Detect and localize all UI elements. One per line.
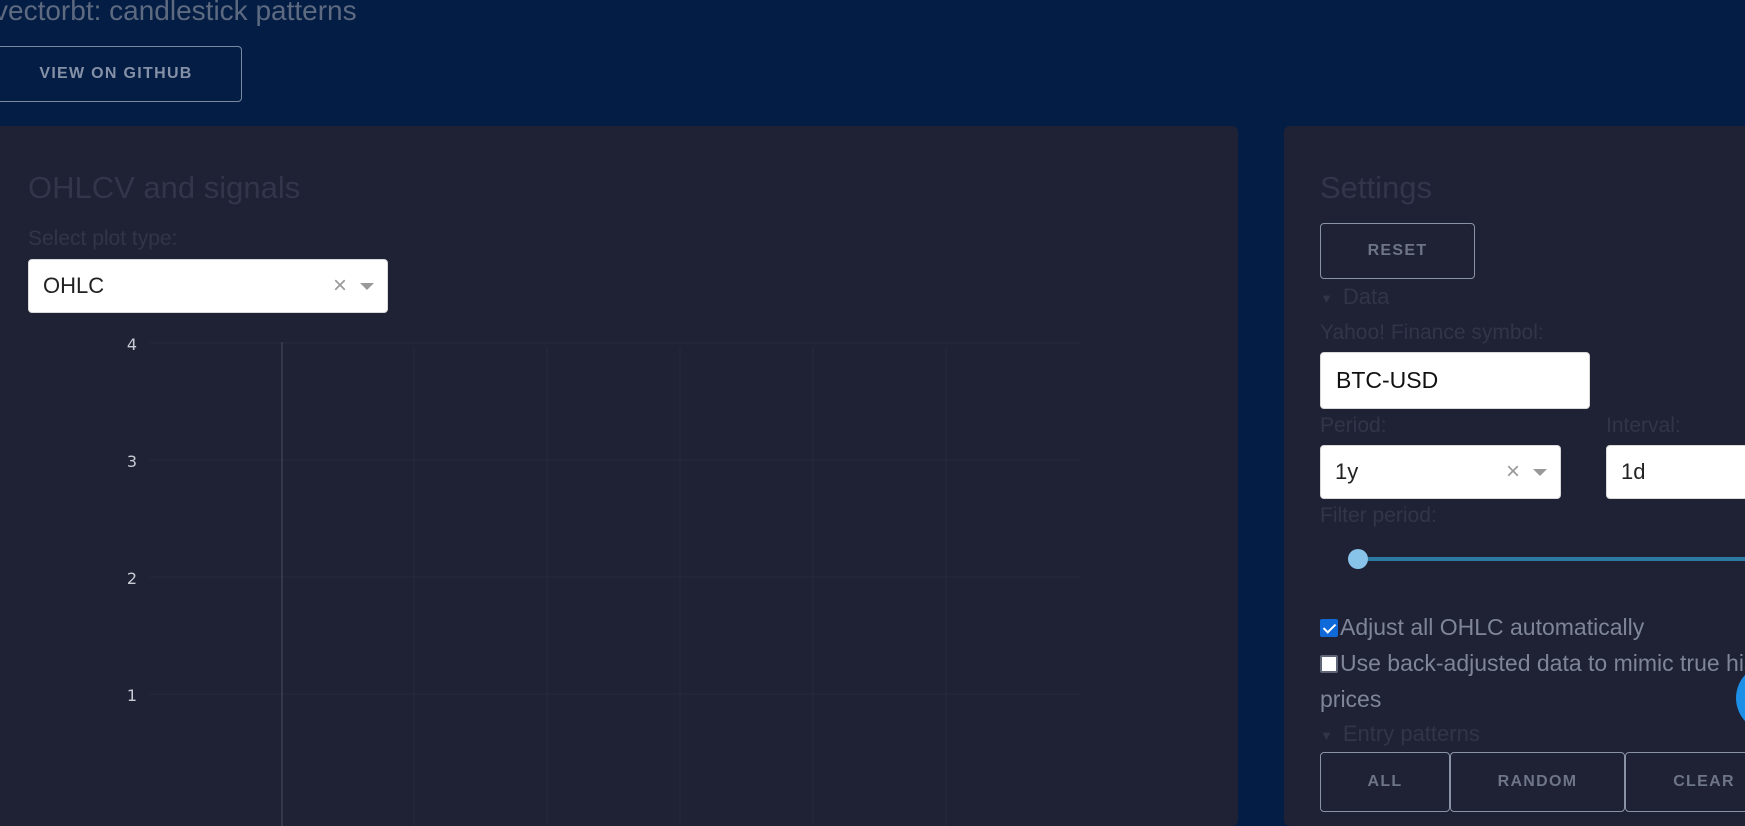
checkbox-icon[interactable] [1320, 619, 1338, 637]
ohlcv-signals-panel: OHLCV and signals Select plot type: OHLC… [0, 126, 1238, 826]
filter-period-label: Filter period: [1320, 504, 1437, 527]
symbol-input[interactable] [1320, 352, 1590, 409]
back-adjusted-option[interactable]: Use back-adjusted data to mimic true his… [1320, 645, 1745, 717]
view-on-github-button[interactable]: VIEW ON GITHUB [0, 46, 242, 102]
y-tick-3: 3 [127, 452, 137, 471]
reset-button[interactable]: RESET [1320, 223, 1475, 279]
adjust-ohlc-option[interactable]: Adjust all OHLC automatically [1320, 609, 1644, 645]
entry-random-button[interactable]: RANDOM [1450, 752, 1625, 812]
entry-patterns-section-toggle[interactable]: ▼ Entry patterns [1320, 721, 1480, 747]
symbol-label: Yahoo! Finance symbol: [1320, 321, 1544, 344]
period-label: Period: [1320, 414, 1387, 437]
period-value: 1y [1335, 459, 1359, 484]
triangle-down-icon: ▼ [1320, 290, 1333, 306]
filter-period-slider-handle[interactable] [1348, 549, 1368, 569]
settings-panel: Settings RESET ▼ Data Yahoo! Finance symb… [1284, 126, 1745, 826]
adjust-ohlc-label: Adjust all OHLC automatically [1340, 614, 1645, 640]
y-tick-1: 1 [127, 686, 137, 705]
interval-label: Interval: [1606, 414, 1681, 437]
page-title: vectorbt: candlestick patterns [0, 0, 357, 26]
ohlcv-chart: 4 3 2 1 [127, 335, 1080, 826]
back-adjusted-label: Use back-adjusted data to mimic true his… [1320, 650, 1745, 712]
interval-select[interactable]: 1d [1606, 445, 1745, 499]
clear-icon[interactable]: × [1506, 460, 1520, 484]
y-tick-2: 2 [127, 569, 137, 588]
chevron-down-icon[interactable] [1533, 469, 1547, 476]
panel-title-settings: Settings [1320, 170, 1433, 205]
data-section-label: Data [1342, 284, 1390, 309]
entry-all-button[interactable]: ALL [1320, 752, 1450, 812]
filter-period-slider-track[interactable] [1354, 557, 1745, 561]
period-select[interactable]: 1y × [1320, 445, 1561, 499]
data-section-toggle[interactable]: ▼ Data [1320, 284, 1389, 310]
chart-gridlines [150, 342, 1080, 826]
entry-clear-button[interactable]: CLEAR [1625, 752, 1745, 812]
triangle-down-icon: ▼ [1320, 727, 1333, 743]
y-tick-4: 4 [127, 335, 137, 354]
interval-value: 1d [1621, 459, 1646, 484]
entry-patterns-label: Entry patterns [1342, 721, 1480, 746]
checkbox-icon[interactable] [1320, 655, 1338, 673]
